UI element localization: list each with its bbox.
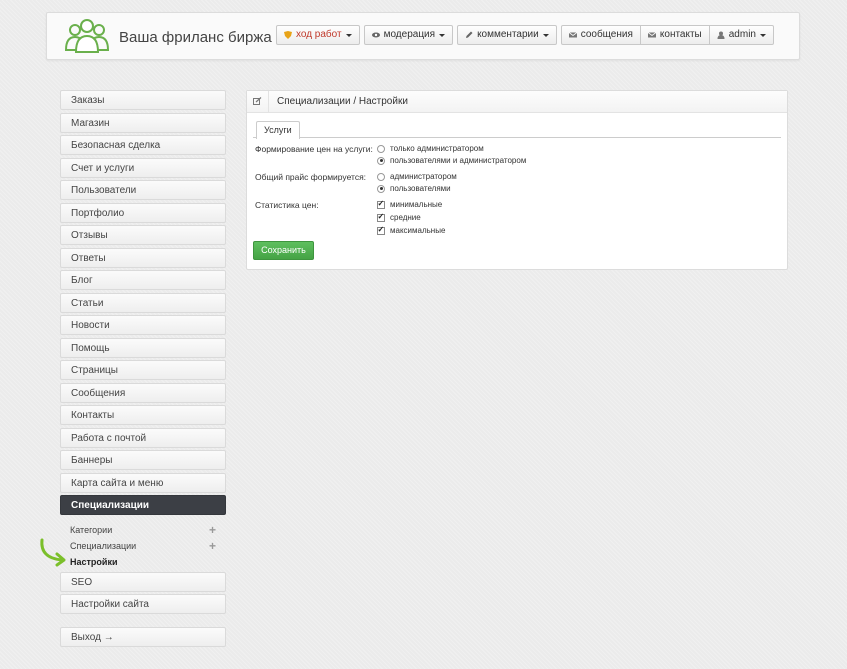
sidebar-item-portfolio[interactable]: Портфолио <box>60 202 226 223</box>
pricing-option-users-admin-label: пользователями и администратором <box>390 156 527 165</box>
sidebar-item-news[interactable]: Новости <box>60 315 226 335</box>
pencil-icon <box>466 31 473 38</box>
user-menu-button[interactable]: admin <box>709 25 774 45</box>
sidebar-item-site-settings[interactable]: Настройки сайта <box>60 594 226 614</box>
messages-label: сообщения <box>580 29 633 40</box>
user-icon <box>717 31 725 39</box>
sidebar-item-shop[interactable]: Магазин <box>60 112 226 133</box>
chevron-down-icon <box>542 33 549 37</box>
price-list-option-users[interactable]: пользователями <box>377 184 451 193</box>
contacts-label: контакты <box>659 29 702 40</box>
moderation-menu-button[interactable]: модерация <box>363 25 454 45</box>
panel-header: Специализации / Настройки <box>247 90 787 113</box>
price-list-option-users-label: пользователями <box>390 184 451 193</box>
sidebar-item-blog[interactable]: Блог <box>60 270 226 290</box>
chevron-down-icon <box>439 33 446 37</box>
logout-button[interactable]: Выход → <box>60 626 226 647</box>
stats-option-max-label: максимальные <box>390 226 446 235</box>
sidebar-item-pages[interactable]: Страницы <box>60 360 226 380</box>
user-label: admin <box>728 29 756 40</box>
sidebar-item-reviews[interactable]: Отзывы <box>60 225 226 245</box>
submenu-categories-label: Категории <box>70 524 113 535</box>
edit-icon <box>247 90 269 113</box>
stats-option-avg[interactable]: средние <box>377 212 421 222</box>
submenu-item-specializations[interactable]: Специализации + <box>60 538 226 554</box>
checkbox-stats-max[interactable] <box>377 225 385 235</box>
submenu-item-categories[interactable]: Категории + <box>60 522 226 538</box>
price-list-option-admin-label: администратором <box>390 172 457 181</box>
sidebar-item-mail[interactable]: Работа с почтой <box>60 427 226 448</box>
site-title[interactable]: Ваша фриланс биржа <box>119 29 272 46</box>
radio-price-list-users[interactable] <box>377 184 385 193</box>
top-header: Ваша фриланс биржа ход работ модерация к… <box>46 12 800 60</box>
pricing-option-users-admin[interactable]: пользователями и администратором <box>377 156 526 165</box>
sidebar-item-seo[interactable]: SEO <box>60 571 226 592</box>
tab-bar: Услуги <box>253 121 781 139</box>
save-button[interactable]: Сохранить <box>253 241 314 260</box>
submenu-item-settings[interactable]: Настройки <box>60 554 226 570</box>
progress-label: ход работ <box>295 29 342 40</box>
eye-icon <box>371 32 380 38</box>
sidebar-item-sitemap[interactable]: Карта сайта и меню <box>60 472 226 493</box>
sidebar-item-specializations[interactable]: Специализации <box>60 495 226 515</box>
settings-panel: Специализации / Настройки Услуги Формиро… <box>246 90 788 270</box>
specializations-submenu: Категории + Специализации + Настройки <box>60 518 226 572</box>
logo-people-icon[interactable] <box>63 18 111 56</box>
stats-label: Статистика цен: <box>255 200 319 210</box>
stats-option-min-label: минимальные <box>390 200 443 209</box>
sidebar-item-contacts[interactable]: Контакты <box>60 405 226 425</box>
radio-price-list-admin[interactable] <box>377 172 385 181</box>
envelope-icon <box>647 32 656 38</box>
progress-menu-button[interactable]: ход работ <box>275 25 360 45</box>
messages-button[interactable]: сообщения <box>560 25 641 45</box>
price-list-option-admin[interactable]: администратором <box>377 172 457 181</box>
checkbox-stats-min[interactable] <box>377 199 385 209</box>
pricing-option-admin[interactable]: только администратором <box>377 144 484 153</box>
sidebar: Заказы Магазин Безопасная сделка Счет и … <box>60 90 226 649</box>
pricing-option-admin-label: только администратором <box>390 144 484 153</box>
stats-option-min[interactable]: минимальные <box>377 199 443 209</box>
radio-pricing-users-admin[interactable] <box>377 156 385 165</box>
shield-icon <box>283 31 292 39</box>
top-nav: ход работ модерация комментарии сообщени… <box>272 25 774 45</box>
sidebar-item-articles[interactable]: Статьи <box>60 292 226 313</box>
contacts-button[interactable]: контакты <box>640 25 710 45</box>
pricing-label: Формирование цен на услуги: <box>255 144 373 154</box>
sidebar-item-banners[interactable]: Баннеры <box>60 450 226 470</box>
plus-icon[interactable]: + <box>209 538 216 554</box>
tab-services[interactable]: Услуги <box>256 121 300 139</box>
submenu-specializations-label: Специализации <box>70 540 137 551</box>
radio-pricing-admin[interactable] <box>377 144 385 153</box>
envelope-icon <box>568 32 577 38</box>
breadcrumb: Специализации / Настройки <box>277 96 408 107</box>
chevron-down-icon <box>760 33 766 37</box>
stats-option-avg-label: средние <box>390 213 421 222</box>
stats-option-max[interactable]: максимальные <box>377 225 446 235</box>
sidebar-item-safe-deal[interactable]: Безопасная сделка <box>60 135 226 155</box>
checkbox-stats-avg[interactable] <box>377 212 385 222</box>
chevron-down-icon <box>345 33 352 37</box>
plus-icon[interactable]: + <box>209 522 216 538</box>
moderation-label: модерация <box>383 29 436 40</box>
sidebar-item-orders[interactable]: Заказы <box>60 90 226 110</box>
price-list-label: Общий прайс формируется: <box>255 172 367 182</box>
sidebar-item-billing[interactable]: Счет и услуги <box>60 157 226 178</box>
sidebar-item-messages[interactable]: Сообщения <box>60 382 226 403</box>
sidebar-item-users[interactable]: Пользователи <box>60 180 226 200</box>
submenu-settings-label: Настройки <box>70 556 118 567</box>
sidebar-item-answers[interactable]: Ответы <box>60 247 226 268</box>
sidebar-item-help[interactable]: Помощь <box>60 337 226 358</box>
comments-menu-button[interactable]: комментарии <box>457 25 557 45</box>
curved-arrow-icon <box>40 538 66 567</box>
comments-label: комментарии <box>477 29 539 40</box>
